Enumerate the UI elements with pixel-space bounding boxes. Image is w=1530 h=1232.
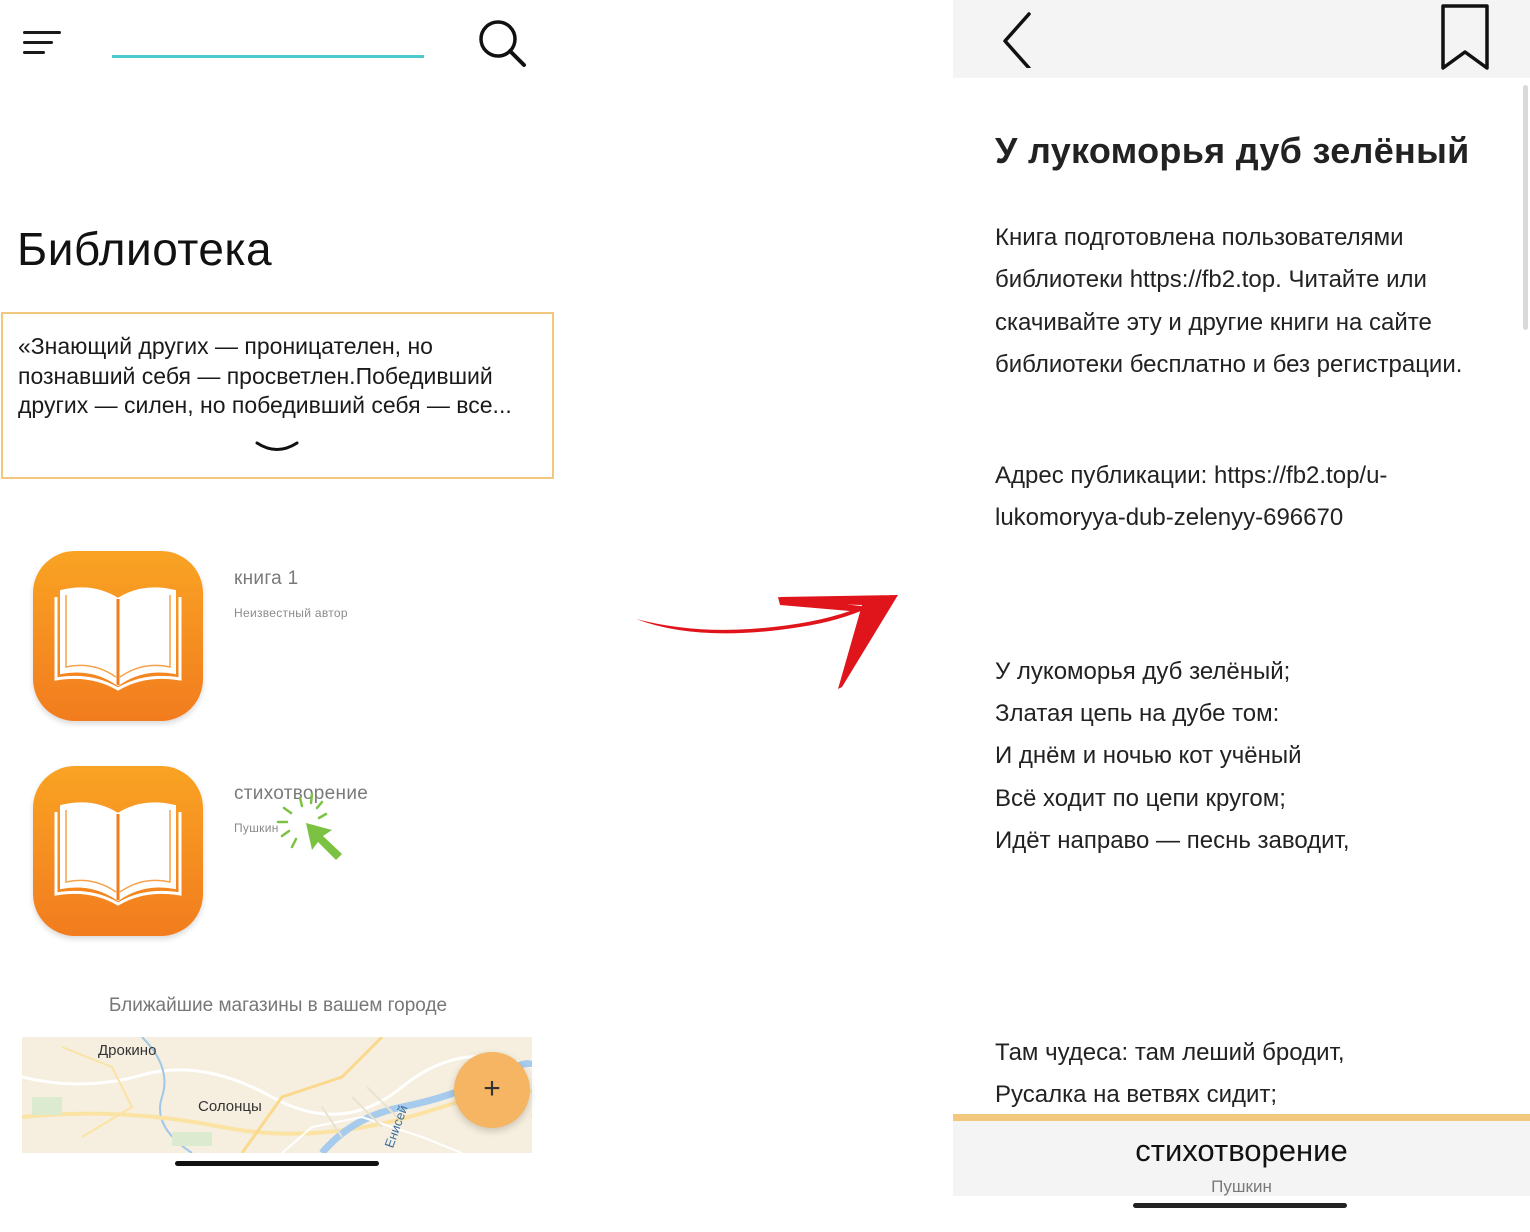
page-title: Библиотека	[17, 223, 273, 275]
map-label: Солонцы	[198, 1098, 262, 1115]
back-icon[interactable]	[997, 8, 1037, 70]
reader-topbar	[953, 0, 1530, 78]
add-button[interactable]: +	[454, 1052, 530, 1128]
verse-line: Там чудеса: там леший бродит,	[995, 1039, 1345, 1066]
now-reading-title: стихотворение	[1135, 1133, 1348, 1168]
menu-icon[interactable]	[20, 28, 64, 58]
shops-label: Ближайшие магазины в вашем городе	[108, 995, 448, 1016]
verse-line: Златая цепь на дубе том:	[995, 700, 1280, 727]
verse-line: И днём и ночью кот учёный	[995, 742, 1302, 769]
verse-line: У лукоморья дуб зелёный;	[995, 658, 1291, 685]
now-reading-author: Пушкин	[1211, 1177, 1272, 1196]
book-author: Неизвестный автор	[234, 606, 348, 620]
map-label: Дрокино	[98, 1042, 157, 1059]
library-screen: Библиотека «Знающий других — проницателе…	[0, 0, 556, 1232]
intro-paragraph: Книга подготовлена пользователями библио…	[995, 224, 1463, 378]
chevron-down-icon[interactable]	[254, 438, 300, 458]
quote-text: «Знающий других — проницателен, но позна…	[18, 333, 512, 418]
verse-line: Всё ходит по цепи кругом;	[995, 785, 1286, 812]
scrollbar[interactable]	[1523, 85, 1528, 330]
search-input[interactable]	[112, 55, 424, 58]
bookmark-icon[interactable]	[1438, 2, 1492, 72]
address-paragraph: Адрес публикации: https://fb2.top/u-luko…	[995, 462, 1388, 532]
plus-icon: +	[483, 1072, 501, 1105]
book-icon	[33, 766, 203, 936]
home-indicator	[1133, 1203, 1347, 1208]
book-title: У лукоморья дуб зелёный	[995, 130, 1470, 171]
reader-screen: У лукоморья дуб зелёный Книга подготовле…	[953, 0, 1530, 1232]
verse-line: Идёт направо — песнь заводит,	[995, 827, 1350, 854]
pointer-icon	[270, 790, 365, 870]
verse-line: Русалка на ветвях сидит;	[995, 1081, 1278, 1108]
transition-arrow	[630, 585, 910, 695]
now-reading-bar[interactable]: стихотворение Пушкин	[953, 1114, 1530, 1196]
book-icon	[33, 551, 203, 721]
book-title: книга 1	[234, 568, 299, 589]
search-icon[interactable]	[474, 18, 530, 70]
book-item[interactable]: книга 1 Неизвестный автор	[33, 551, 533, 721]
home-indicator	[175, 1161, 379, 1166]
